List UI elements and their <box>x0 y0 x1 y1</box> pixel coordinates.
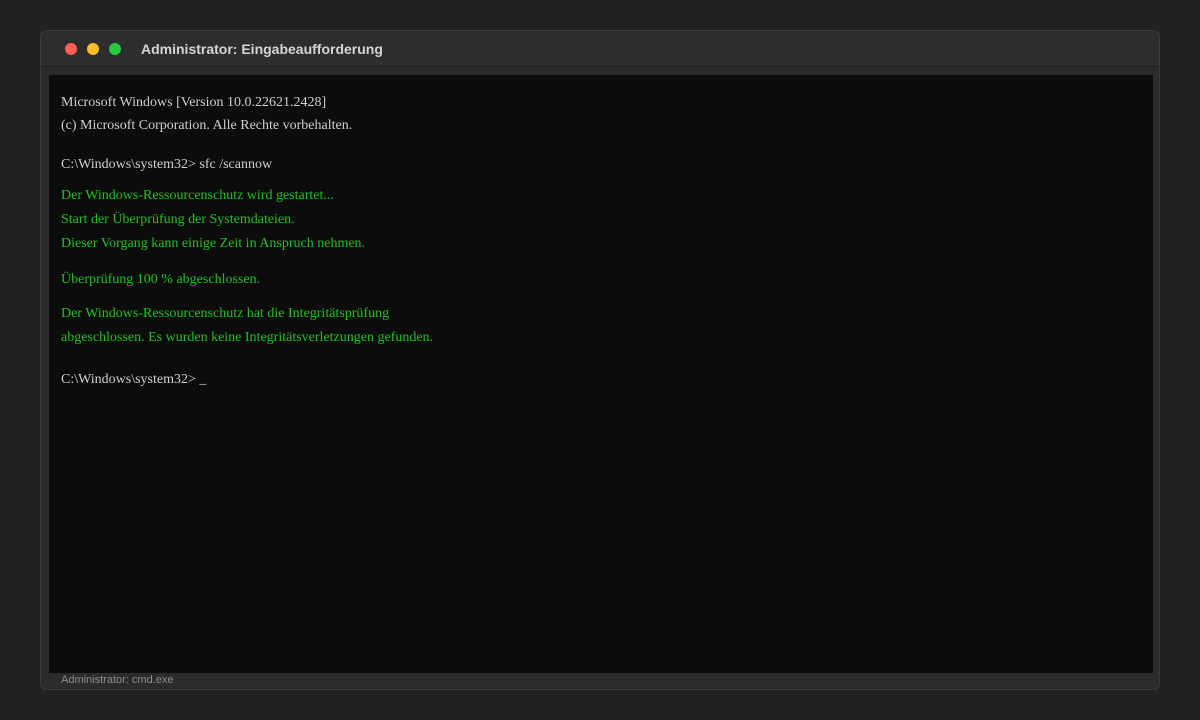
maximize-button[interactable] <box>109 43 121 55</box>
terminal-line: Der Windows-Ressourcenschutz wird gestar… <box>61 188 334 203</box>
window-title: Administrator: Eingabeaufforderung <box>141 41 383 57</box>
terminal-line: Dieser Vorgang kann einige Zeit in Anspr… <box>61 236 366 251</box>
terminal-line: Überprüfung 100 % abgeschlossen. <box>61 272 261 287</box>
terminal-output[interactable]: Microsoft Windows [Version 10.0.22621.24… <box>49 75 1153 675</box>
terminal-line: Microsoft Windows [Version 10.0.22621.24… <box>61 95 327 110</box>
status-bar: Administrator: cmd.exe <box>41 673 1159 689</box>
terminal-line: Start der Überprüfung der Systemdateien. <box>61 212 295 227</box>
prompt-line[interactable]: C:\Windows\system32> _ <box>61 372 206 388</box>
title-bar[interactable]: Administrator: Eingabeaufforderung <box>41 31 1159 67</box>
terminal-line: Der Windows-Ressourcenschutz hat die Int… <box>61 306 390 321</box>
minimize-button[interactable] <box>87 43 99 55</box>
terminal-window: Administrator: Eingabeaufforderung Micro… <box>40 30 1160 690</box>
status-text: Administrator: cmd.exe <box>61 674 174 686</box>
terminal-line: abgeschlossen. Es wurden keine Integritä… <box>61 330 434 345</box>
command-line: C:\Windows\system32> sfc /scannow <box>61 157 273 172</box>
close-button[interactable] <box>65 43 77 55</box>
terminal-line: (c) Microsoft Corporation. Alle Rechte v… <box>61 118 353 133</box>
